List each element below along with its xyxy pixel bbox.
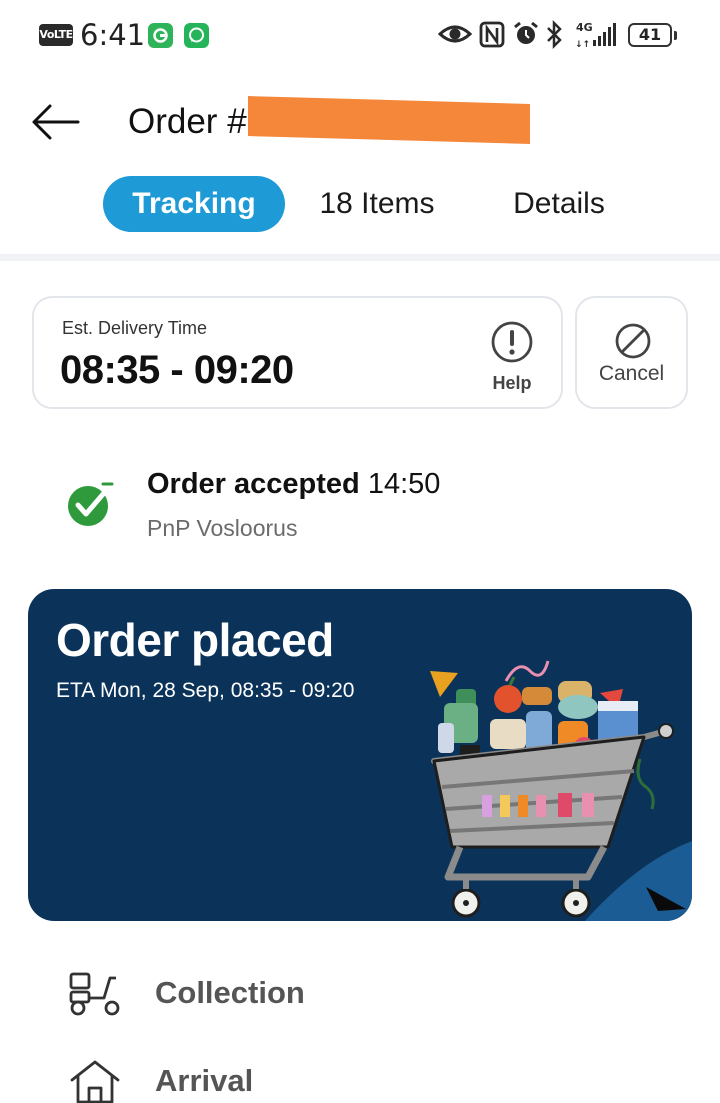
delivery-time-value: 08:35 - 09:20 <box>60 348 294 392</box>
back-button[interactable] <box>28 98 84 146</box>
cancel-label: Cancel <box>598 362 665 385</box>
order-status: Order accepted 14:50 <box>147 468 440 501</box>
nfc-icon <box>479 21 505 48</box>
app-notification-icon <box>148 23 173 48</box>
help-button[interactable]: Help <box>482 320 542 393</box>
scooter-icon <box>69 972 120 1016</box>
arrow-left-icon <box>32 104 80 140</box>
bluetooth-icon <box>547 19 562 50</box>
order-status-label: Order accepted <box>147 468 360 500</box>
svg-text:↓↑: ↓↑ <box>575 40 590 50</box>
status-time: 6:41 <box>80 18 146 52</box>
alarm-icon <box>514 21 538 44</box>
order-number-redaction <box>248 96 530 144</box>
svg-text:4G: 4G <box>576 21 593 34</box>
step-collection: Collection <box>155 975 305 1010</box>
order-placed-banner: Order placed ETA Mon, 28 Sep, 08:35 - 09… <box>28 589 692 921</box>
help-label: Help <box>492 373 532 393</box>
exclamation-circle-icon <box>491 321 533 363</box>
section-divider <box>0 254 720 261</box>
step-arrival: Arrival <box>155 1063 254 1098</box>
status-icons: 4G ↓↑ <box>438 19 616 50</box>
volte-badge: VoLTE <box>39 24 73 46</box>
tab-details[interactable]: Details <box>490 176 628 232</box>
store-name: PnP Vosloorus <box>147 515 298 541</box>
banner-eta: ETA Mon, 28 Sep, 08:35 - 09:20 <box>56 679 355 702</box>
shopping-cart-illustration <box>430 660 692 921</box>
delivery-time-card: Est. Delivery Time 08:35 - 09:20 Help <box>32 296 563 409</box>
delivery-time-label: Est. Delivery Time <box>62 318 208 338</box>
eye-icon <box>438 25 473 43</box>
cancel-button[interactable]: Cancel <box>575 296 688 409</box>
page-title: Order # <box>128 102 247 141</box>
status-bar: VoLTE 6:41 4G ↓↑ 41 <box>0 0 720 70</box>
battery-indicator: 41 <box>628 23 672 47</box>
tab-items[interactable]: 18 Items <box>300 176 454 232</box>
battery-tip <box>674 31 677 40</box>
check-circle-icon <box>68 482 114 526</box>
prohibited-icon <box>615 323 651 359</box>
signal-icon: 4G ↓↑ <box>575 21 616 50</box>
order-status-time: 14:50 <box>367 468 441 500</box>
tab-tracking[interactable]: Tracking <box>103 176 285 232</box>
whatsapp-icon <box>184 23 209 48</box>
banner-title: Order placed <box>56 614 334 666</box>
home-icon <box>70 1060 120 1103</box>
